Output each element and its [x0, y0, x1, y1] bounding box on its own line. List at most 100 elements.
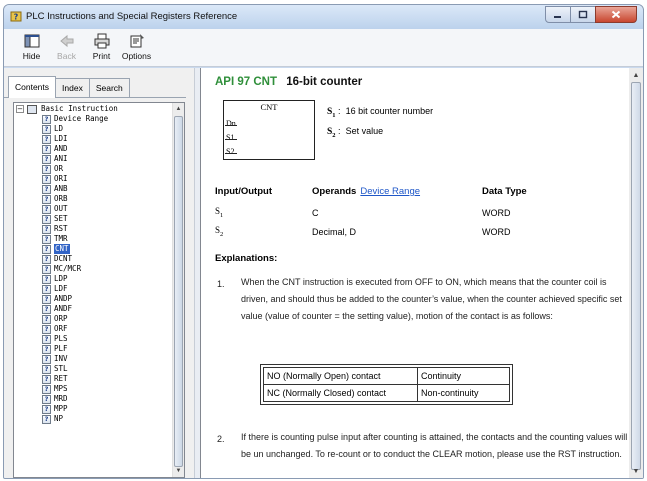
help-topic-icon: ? — [42, 244, 51, 254]
tree-scroll-thumb[interactable] — [174, 116, 183, 467]
tree-item[interactable]: ? MPP — [14, 404, 172, 414]
tree-item[interactable]: ? LDP — [14, 274, 172, 284]
tree-item-label: AND — [54, 144, 68, 153]
title-bar[interactable]: ? PLC Instructions and Special Registers… — [4, 5, 643, 29]
hide-button[interactable]: Hide — [14, 29, 49, 66]
tree-item[interactable]: ? PLF — [14, 344, 172, 354]
symbol-pin-dn: Dn — [226, 119, 236, 128]
back-button[interactable]: Back — [49, 29, 84, 66]
tree-item[interactable]: ? Device Range — [14, 114, 172, 124]
tree-item[interactable]: ? ORI — [14, 174, 172, 184]
tree-item-label: CNT — [54, 244, 70, 254]
table-cell: NO (Normally Open) contact — [263, 367, 418, 385]
tree-item[interactable]: ? LDF — [14, 284, 172, 294]
help-topic-icon: ? — [42, 404, 51, 414]
tab-contents[interactable]: Contents — [8, 76, 57, 98]
tree-item[interactable]: ? MRD — [14, 394, 172, 404]
scroll-up-icon[interactable]: ▲ — [173, 103, 184, 115]
tree-item[interactable]: ? AND — [14, 144, 172, 154]
tree-item[interactable]: ? ORF — [14, 324, 172, 334]
help-topic-icon: ? — [42, 224, 51, 234]
tree-item-label: LDF — [54, 284, 68, 293]
tree-item[interactable]: ? SET — [14, 214, 172, 224]
close-button[interactable] — [595, 6, 637, 23]
tree-item-label: ANI — [54, 154, 68, 163]
operand-def-s1: S1 : 16 bit counter number — [327, 106, 434, 119]
tree-item[interactable]: ? STL — [14, 364, 172, 374]
help-topic-icon: ? — [42, 184, 51, 194]
help-topic-icon: ? — [42, 134, 51, 144]
paragraph-number: 2. — [217, 434, 225, 444]
tree-item[interactable]: ? ANDF — [14, 304, 172, 314]
options-button[interactable]: Options — [119, 29, 154, 66]
tree-item-label: OR — [54, 164, 64, 173]
topic-title: 16-bit counter — [286, 76, 363, 88]
help-topic-icon: ? — [42, 214, 51, 224]
help-topic-icon: ? — [42, 204, 51, 214]
scroll-down-icon[interactable]: ▼ — [629, 464, 643, 478]
content-scrollbar[interactable]: ▲ ▼ — [629, 68, 643, 478]
tree-item-label: MC/MCR — [54, 264, 82, 273]
tree-item[interactable]: ? ORP — [14, 314, 172, 324]
content-scroll-thumb[interactable] — [631, 82, 641, 470]
mnemonic: CNT — [253, 76, 278, 88]
toolbar: Hide Back Print Options — [4, 29, 643, 67]
window-title: PLC Instructions and Special Registers R… — [26, 11, 238, 22]
operands-header: Operands Device Range — [312, 186, 421, 197]
help-topic-icon: ? — [42, 234, 51, 244]
tree-item[interactable]: ? TMR — [14, 234, 172, 244]
tree-scrollbar[interactable]: ▲ ▼ — [172, 103, 184, 477]
tab-index[interactable]: Index — [55, 78, 90, 98]
maximize-icon — [578, 10, 588, 19]
help-topic-icon: ? — [42, 414, 51, 424]
print-button[interactable]: Print — [84, 29, 119, 66]
tree-item[interactable]: ? DCNT — [14, 254, 172, 264]
io-row-s1-operands: C — [312, 208, 319, 218]
close-icon — [611, 10, 621, 19]
help-topic-icon: ? — [42, 274, 51, 284]
tree-item-label: LD — [54, 124, 64, 133]
maximize-button[interactable] — [570, 6, 596, 23]
table-cell: Non-continuity — [417, 384, 510, 402]
tree-item[interactable]: ? OUT — [14, 204, 172, 214]
api-number: API 97 — [215, 76, 251, 88]
tree-item[interactable]: ? RET — [14, 374, 172, 384]
tab-search[interactable]: Search — [88, 78, 130, 98]
io-row-s2-operands: Decimal, D — [312, 227, 357, 237]
collapse-icon[interactable]: − — [16, 105, 24, 113]
tree-item[interactable]: ? ORB — [14, 194, 172, 204]
scroll-up-icon[interactable]: ▲ — [629, 68, 643, 82]
explanation-paragraph-1: When the CNT instruction is executed fro… — [241, 277, 622, 321]
tree-item[interactable]: ? ANB — [14, 184, 172, 194]
io-row-s1-symbol: S1 — [215, 206, 224, 219]
scroll-down-icon[interactable]: ▼ — [173, 465, 184, 477]
tree-root[interactable]: − Basic Instruction — [14, 104, 172, 114]
tree-item[interactable]: ? MC/MCR — [14, 264, 172, 274]
tree-item[interactable]: ? LD — [14, 124, 172, 134]
back-icon — [59, 34, 73, 48]
tree-item[interactable]: ? CNT — [14, 244, 172, 254]
tree-item-label: TMR — [54, 234, 68, 243]
tree-item[interactable]: ? ANDP — [14, 294, 172, 304]
tree-item[interactable]: ? OR — [14, 164, 172, 174]
help-topic-icon: ? — [42, 114, 51, 124]
tree-item-label: ANB — [54, 184, 68, 193]
tree-item[interactable]: ? INV — [14, 354, 172, 364]
tree-item[interactable]: ? RST — [14, 224, 172, 234]
tree-item[interactable]: ? PLS — [14, 334, 172, 344]
minimize-button[interactable] — [545, 6, 571, 23]
tree-item[interactable]: ? LDI — [14, 134, 172, 144]
tree-item-label: ORI — [54, 174, 68, 183]
pin-line — [225, 125, 237, 126]
contents-tree[interactable]: − Basic Instruction ? Device Range? LD? LDI… — [13, 102, 185, 478]
help-topic-icon: ? — [42, 294, 51, 304]
minimize-icon — [554, 15, 561, 18]
hide-icon — [24, 34, 39, 48]
table-row: NO (Normally Open) contact Continuity — [263, 367, 510, 385]
tree-item[interactable]: ? MPS — [14, 384, 172, 394]
tree-item[interactable]: ? ANI — [14, 154, 172, 164]
device-range-link[interactable]: Device Range — [360, 186, 420, 197]
help-topic-icon: ? — [42, 324, 51, 334]
navigation-pane: Contents Index Search − Basic Instructio… — [4, 68, 194, 478]
tree-item[interactable]: ? NP — [14, 414, 172, 424]
